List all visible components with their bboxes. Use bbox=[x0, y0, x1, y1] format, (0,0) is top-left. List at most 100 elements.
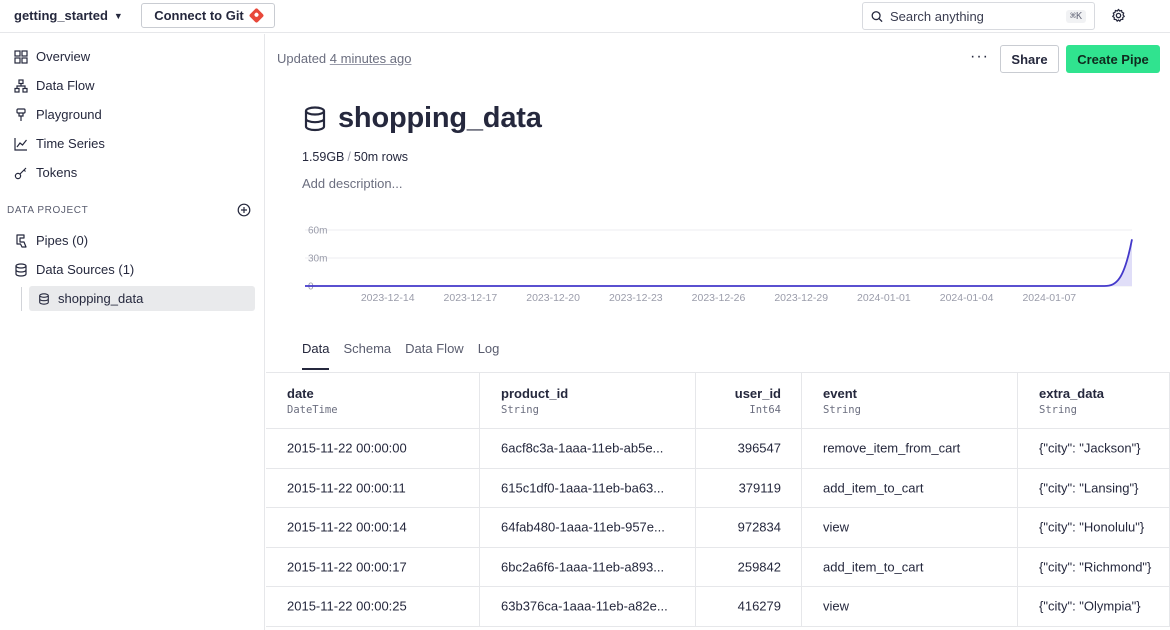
add-description[interactable]: Add description... bbox=[302, 176, 402, 191]
plus-circle-icon[interactable] bbox=[237, 203, 251, 217]
section-title-data-project: DATA PROJECT bbox=[7, 205, 89, 216]
pipe-icon bbox=[16, 233, 27, 248]
database-icon bbox=[304, 105, 326, 131]
sidebar-item-label: Time Series bbox=[36, 136, 105, 151]
column-name: date bbox=[287, 386, 314, 401]
table-cell: {"city": "Lansing"} bbox=[1018, 468, 1170, 507]
search-icon bbox=[871, 10, 883, 22]
table-cell: {"city": "Richmond"} bbox=[1018, 547, 1170, 586]
table-cell: {"city": "Jackson"} bbox=[1018, 429, 1170, 468]
cell-value: 6bc2a6f6-1aaa-11eb-a893... bbox=[501, 559, 665, 575]
cell-value: 6acf8c3a-1aaa-11eb-ab5e... bbox=[501, 440, 664, 456]
sidebar-item-data-sources[interactable]: Data Sources (1) bbox=[14, 262, 134, 277]
table-row[interactable]: 2015-11-22 00:00:25 63b376ca-1aaa-11eb-a8… bbox=[266, 587, 1170, 627]
cell-value: 63b376ca-1aaa-11eb-a82e... bbox=[501, 598, 668, 614]
playground-icon bbox=[16, 107, 26, 121]
main-content: Updated 4 minutes ago ··· Share Create P… bbox=[266, 34, 1170, 630]
tab-data[interactable]: Data bbox=[302, 341, 330, 370]
column-header-product-id[interactable]: product_id String bbox=[480, 373, 696, 428]
chevron-down-icon: ▼ bbox=[113, 10, 123, 21]
more-options-icon[interactable]: ··· bbox=[970, 48, 989, 66]
tab-log[interactable]: Log bbox=[478, 341, 500, 370]
column-type: String bbox=[823, 404, 861, 416]
search-box[interactable]: ⌘K bbox=[862, 2, 1095, 30]
cell-value: 416279 bbox=[737, 598, 781, 614]
sidebar-item-data-flow[interactable]: Data Flow bbox=[14, 78, 95, 93]
cell-value: 2015-11-22 00:00:25 bbox=[287, 598, 407, 614]
y-tick-label: 60m bbox=[308, 226, 327, 237]
series-area bbox=[305, 239, 1132, 286]
gear-icon[interactable] bbox=[1111, 8, 1126, 23]
datasource-size: 1.59GB bbox=[302, 150, 345, 164]
connect-git-label: Connect to Git bbox=[154, 8, 244, 23]
sidebar: Overview Data Flow Playground Time Serie… bbox=[0, 34, 265, 630]
table-cell: 64fab480-1aaa-11eb-957e... bbox=[480, 508, 696, 547]
table-header: date DateTime product_id String user_id Int64… bbox=[266, 372, 1170, 429]
table-row[interactable]: 2015-11-22 00:00:17 6bc2a6f6-1aaa-11eb-a8… bbox=[266, 547, 1170, 587]
sidebar-item-label: shopping_data bbox=[58, 291, 144, 306]
share-button[interactable]: Share bbox=[1000, 45, 1059, 73]
table-cell: 2015-11-22 00:00:25 bbox=[266, 587, 480, 626]
x-tick-label: 2023-12-29 bbox=[774, 292, 828, 304]
database-icon bbox=[15, 262, 27, 277]
table-cell: 416279 bbox=[696, 587, 802, 626]
cell-value: add_item_to_cart bbox=[823, 559, 924, 575]
x-tick-label: 2023-12-26 bbox=[692, 292, 746, 304]
cell-value: view bbox=[823, 598, 850, 614]
cell-value: remove_item_from_cart bbox=[823, 440, 961, 456]
sidebar-item-label: Pipes (0) bbox=[36, 233, 89, 248]
cell-value: 259842 bbox=[737, 559, 781, 575]
table-cell: {"city": "Honolulu"} bbox=[1018, 508, 1170, 547]
column-header-extra-data[interactable]: extra_data String bbox=[1018, 373, 1170, 428]
workspace-selector[interactable]: getting_started ▼ bbox=[14, 8, 123, 23]
y-tick-label: 0 bbox=[308, 282, 314, 293]
table-cell: 379119 bbox=[696, 468, 802, 507]
sidebar-item-label: Playground bbox=[36, 107, 102, 122]
table-row[interactable]: 2015-11-22 00:00:14 64fab480-1aaa-11eb-95… bbox=[266, 508, 1170, 548]
tree-connector bbox=[21, 287, 22, 311]
sidebar-item-label: Data Sources (1) bbox=[36, 262, 135, 277]
table-cell: view bbox=[802, 587, 1018, 626]
updated-status: Updated 4 minutes ago bbox=[277, 51, 411, 66]
table-row[interactable]: 2015-11-22 00:00:00 6acf8c3a-1aaa-11eb-ab… bbox=[266, 429, 1170, 469]
sidebar-item-time-series[interactable]: Time Series bbox=[14, 136, 105, 151]
sidebar-item-shopping-data[interactable]: shopping_data bbox=[29, 286, 255, 311]
sidebar-item-label: Overview bbox=[36, 49, 91, 64]
cell-value: add_item_to_cart bbox=[823, 480, 924, 496]
sidebar-item-tokens[interactable]: Tokens bbox=[14, 165, 77, 180]
column-name: user_id bbox=[734, 386, 781, 401]
sidebar-item-label: Data Flow bbox=[36, 78, 95, 93]
column-header-event[interactable]: event String bbox=[802, 373, 1018, 428]
table-cell: 6bc2a6f6-1aaa-11eb-a893... bbox=[480, 547, 696, 586]
column-header-date[interactable]: date DateTime bbox=[266, 373, 480, 428]
connect-git-button[interactable]: Connect to Git bbox=[141, 3, 275, 28]
x-tick-label: 2024-01-01 bbox=[857, 292, 911, 304]
table-cell: 63b376ca-1aaa-11eb-a82e... bbox=[480, 587, 696, 626]
cell-value: 2015-11-22 00:00:14 bbox=[287, 519, 407, 535]
table-cell: {"city": "Olympia"} bbox=[1018, 587, 1170, 626]
table-cell: 396547 bbox=[696, 429, 802, 468]
cell-value: 972834 bbox=[737, 519, 781, 535]
table-row[interactable]: 2015-11-22 00:00:11 615c1df0-1aaa-11eb-ba… bbox=[266, 468, 1170, 508]
updated-time[interactable]: 4 minutes ago bbox=[330, 51, 412, 66]
search-input[interactable] bbox=[889, 8, 1066, 24]
x-tick-label: 2024-01-07 bbox=[1022, 292, 1076, 304]
sidebar-item-overview[interactable]: Overview bbox=[14, 49, 90, 64]
cell-value: 396547 bbox=[737, 440, 781, 456]
column-type: String bbox=[1039, 404, 1077, 416]
sidebar-item-pipes[interactable]: Pipes (0) bbox=[14, 233, 88, 248]
git-icon bbox=[248, 7, 265, 24]
table-cell: remove_item_from_cart bbox=[802, 429, 1018, 468]
tab-bar: Data Schema Data Flow Log bbox=[302, 341, 499, 370]
tab-schema[interactable]: Schema bbox=[343, 341, 391, 370]
table-cell: 259842 bbox=[696, 547, 802, 586]
updated-prefix: Updated bbox=[277, 51, 327, 66]
cell-value: 2015-11-22 00:00:11 bbox=[287, 480, 406, 496]
create-pipe-button[interactable]: Create Pipe bbox=[1066, 45, 1160, 73]
sidebar-item-playground[interactable]: Playground bbox=[14, 107, 102, 122]
table-cell: 2015-11-22 00:00:14 bbox=[266, 508, 480, 547]
sidebar-item-label: Tokens bbox=[36, 165, 78, 180]
tab-data-flow[interactable]: Data Flow bbox=[405, 341, 464, 370]
column-header-user-id[interactable]: user_id Int64 bbox=[696, 373, 802, 428]
page-title: shopping_data bbox=[338, 102, 542, 134]
